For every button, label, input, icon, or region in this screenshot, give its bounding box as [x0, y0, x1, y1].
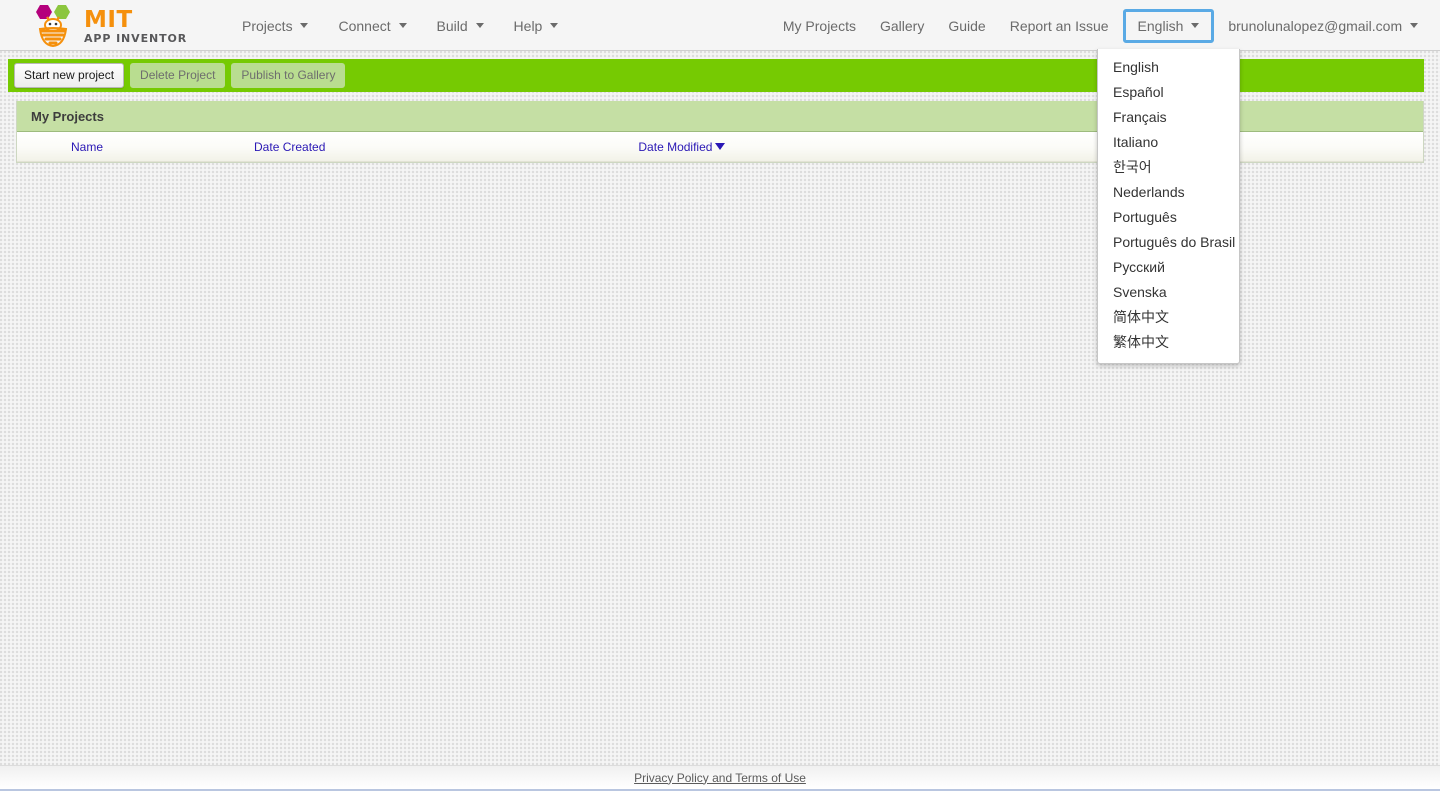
language-option-russian[interactable]: Русский [1098, 255, 1239, 280]
language-option-italiano[interactable]: Italiano [1098, 130, 1239, 155]
account-menu-button[interactable]: brunolunalopez@gmail.com [1216, 14, 1430, 38]
nav-item-projects[interactable]: Projects [240, 14, 310, 38]
nav-item-my-projects[interactable]: My Projects [771, 14, 868, 38]
language-option-portugues-do-brasil[interactable]: Português do Brasil [1098, 230, 1239, 255]
top-header-bar: MIT APP INVENTOR Projects Connect Build … [0, 0, 1440, 51]
start-new-project-button[interactable]: Start new project [14, 63, 125, 88]
nav-item-connect-label: Connect [338, 17, 391, 34]
primary-nav: Projects Connect Build Help [240, 0, 560, 51]
language-option-svenska[interactable]: Svenska [1098, 280, 1239, 305]
delete-project-button[interactable]: Delete Project [130, 63, 226, 88]
column-header-date-modified[interactable]: Date Modified [638, 139, 726, 154]
nav-item-my-projects-label: My Projects [782, 17, 856, 34]
logo-title: MIT [84, 6, 133, 33]
nav-item-guide[interactable]: Guide [936, 14, 997, 38]
nav-item-build-label: Build [436, 17, 468, 34]
nav-item-help-label: Help [513, 17, 543, 34]
column-header-name[interactable]: Name [71, 140, 103, 154]
chevron-down-icon [300, 23, 309, 29]
nav-item-report-an-issue[interactable]: Report an Issue [998, 14, 1121, 38]
language-option-francais[interactable]: Français [1098, 105, 1239, 130]
column-header-date-modified-label: Date Modified [638, 139, 713, 154]
logo-text-block: MIT APP INVENTOR [84, 7, 187, 44]
nav-item-gallery-label: Gallery [879, 17, 925, 34]
language-selector-label: English [1137, 17, 1184, 34]
nav-item-projects-label: Projects [242, 17, 293, 34]
language-option-korean[interactable]: 한국어 [1098, 155, 1239, 180]
language-selector-button[interactable]: English [1122, 8, 1215, 43]
nav-item-connect[interactable]: Connect [336, 14, 408, 38]
sort-descending-icon [715, 142, 726, 150]
account-email-label: brunolunalopez@gmail.com [1228, 17, 1403, 34]
chevron-down-icon [1191, 23, 1200, 29]
chevron-down-icon [1410, 23, 1418, 29]
secondary-nav: My Projects Gallery Guide Report an Issu… [771, 0, 1430, 51]
privacy-policy-link[interactable]: Privacy Policy and Terms of Use [634, 771, 806, 785]
language-option-traditional-chinese[interactable]: 繁体中文 [1098, 330, 1239, 355]
nav-item-report-issue-label: Report an Issue [1009, 17, 1109, 34]
language-option-simplified-chinese[interactable]: 简体中文 [1098, 305, 1239, 330]
language-dropdown-menu: English Español Français Italiano 한국어 Ne… [1097, 49, 1240, 364]
chevron-down-icon [398, 23, 407, 29]
nav-item-guide-label: Guide [948, 17, 986, 34]
language-option-english[interactable]: English [1098, 55, 1239, 80]
app-inventor-logo[interactable]: MIT APP INVENTOR [30, 3, 187, 47]
language-option-portugues[interactable]: Português [1098, 205, 1239, 230]
bee-logo-icon [36, 5, 70, 47]
language-option-nederlands[interactable]: Nederlands [1098, 180, 1239, 205]
column-header-date-created[interactable]: Date Created [254, 140, 325, 154]
publish-to-gallery-button[interactable]: Publish to Gallery [231, 63, 346, 88]
logo-subtitle: APP INVENTOR [84, 31, 188, 45]
chevron-down-icon [550, 23, 559, 29]
page-footer: Privacy Policy and Terms of Use [0, 765, 1440, 791]
nav-item-gallery[interactable]: Gallery [868, 14, 936, 38]
nav-item-build[interactable]: Build [435, 14, 486, 38]
nav-item-help[interactable]: Help [512, 14, 561, 38]
language-option-espanol[interactable]: Español [1098, 80, 1239, 105]
chevron-down-icon [475, 23, 484, 29]
